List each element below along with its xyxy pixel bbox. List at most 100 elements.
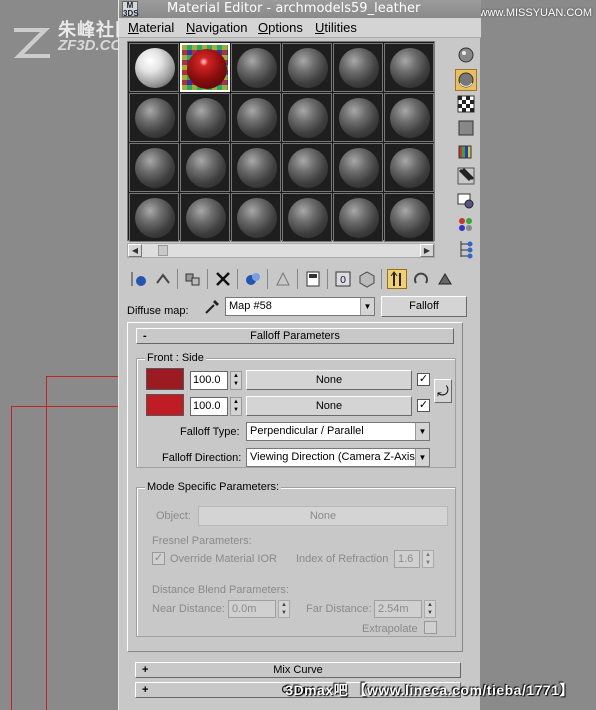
sample-slot[interactable] [384, 43, 434, 92]
material-editor-window: M 3DS Material Editor - archmodels59_lea… [118, 0, 481, 710]
extrapolate-label: Extrapolate [362, 623, 418, 635]
front-map-checkbox[interactable]: ✓ [417, 373, 430, 386]
get-material-icon[interactable] [129, 269, 149, 289]
front-color-swatch[interactable] [146, 368, 184, 390]
spinner-arrows-icon[interactable]: ▲ ▼ [278, 600, 290, 618]
extrapolate-checkbox[interactable] [424, 621, 437, 634]
material-sphere [288, 98, 328, 138]
go-forward-to-sibling-icon[interactable] [411, 269, 431, 289]
side-amount-spinner[interactable]: 100.0 ▲ ▼ [190, 397, 242, 416]
select-by-material-icon[interactable] [455, 214, 477, 236]
side-color-swatch[interactable] [146, 394, 184, 416]
toolbar-separator [297, 269, 298, 289]
scroll-right-arrow-icon[interactable]: ▶ [420, 244, 434, 257]
sample-type-icon[interactable] [455, 44, 477, 66]
sample-slot[interactable] [231, 43, 281, 92]
sample-slot[interactable] [282, 143, 332, 192]
make-preview-icon[interactable] [455, 165, 477, 187]
falloff-direction-value: Viewing Direction (Camera Z-Axis) [250, 451, 419, 463]
sample-slot[interactable] [231, 93, 281, 142]
expand-icon: + [142, 664, 149, 676]
menu-options[interactable]: Options [258, 20, 303, 35]
menu-navigation[interactable]: Navigation [186, 20, 247, 35]
override-ior-checkbox[interactable]: ✓ [152, 552, 165, 565]
sample-slot[interactable] [333, 43, 383, 92]
go-to-parent-icon[interactable] [387, 269, 407, 289]
spinner-arrows-icon[interactable]: ▲ ▼ [230, 371, 242, 390]
material-sphere [237, 198, 277, 238]
video-color-check-icon[interactable] [455, 141, 477, 163]
spinner-arrows-icon[interactable]: ▲ ▼ [424, 600, 436, 618]
sample-slot[interactable] [231, 143, 281, 192]
sample-slot[interactable] [180, 93, 230, 142]
options-icon[interactable] [455, 190, 477, 212]
put-to-library-icon[interactable] [273, 269, 293, 289]
show-end-result-icon[interactable] [357, 269, 377, 289]
make-unique-icon[interactable] [243, 269, 263, 289]
falloff-direction-dropdown[interactable]: Viewing Direction (Camera Z-Axis) ▼ [246, 448, 430, 467]
put-to-scene-icon[interactable] [153, 269, 173, 289]
front-amount-field[interactable]: 100.0 [190, 371, 228, 390]
map-name-dropdown[interactable]: Map #58 ▼ [225, 297, 375, 316]
sample-slot[interactable] [129, 43, 179, 92]
sample-uv-tiling-icon[interactable] [455, 117, 477, 139]
material-sphere [339, 98, 379, 138]
rollout-title: Falloff Parameters [250, 330, 340, 342]
sample-slot[interactable] [282, 193, 332, 242]
eyedropper-icon[interactable] [202, 297, 222, 317]
diffuse-map-label: Diffuse map: [127, 305, 189, 317]
near-distance-field[interactable]: 0.0m [228, 600, 276, 618]
side-amount-field[interactable]: 100.0 [190, 397, 228, 416]
falloff-parameters-panel: - Falloff Parameters Front : Side 100.0 … [127, 322, 463, 652]
sample-slot[interactable] [231, 193, 281, 242]
material-map-navigator-icon[interactable] [455, 238, 477, 260]
menu-utilities[interactable]: Utilities [315, 20, 357, 35]
side-map-button[interactable]: None [246, 396, 412, 416]
scroll-left-arrow-icon[interactable]: ◀ [128, 244, 142, 257]
material-sphere [390, 98, 430, 138]
side-map-checkbox[interactable]: ✓ [417, 399, 430, 412]
spinner-arrows-icon[interactable]: ▲ ▼ [230, 397, 242, 416]
pick-material-icon[interactable] [435, 269, 455, 289]
sample-slot[interactable] [129, 93, 179, 142]
sample-slot[interactable] [282, 43, 332, 92]
far-distance-field[interactable]: 2.54m [374, 600, 422, 618]
swap-colors-icon[interactable]: ⤾ [434, 379, 452, 403]
material-id-channel-icon[interactable] [303, 269, 323, 289]
toolbar-separator [381, 269, 382, 289]
material-sphere [288, 148, 328, 188]
sample-slot[interactable] [129, 143, 179, 192]
material-sphere [390, 48, 430, 88]
material-sphere [390, 198, 430, 238]
sample-slot-active[interactable] [180, 43, 230, 92]
object-pick-button[interactable]: None [198, 506, 448, 526]
slots-horizontal-scrollbar[interactable]: ◀ ▶ [127, 243, 435, 258]
scroll-thumb[interactable] [158, 245, 168, 256]
show-map-icon[interactable]: 0 [333, 269, 353, 289]
sample-slot[interactable] [180, 193, 230, 242]
sample-slot[interactable] [384, 93, 434, 142]
backlight-icon[interactable] [455, 69, 477, 91]
sample-slot[interactable] [333, 143, 383, 192]
falloff-parameters-rollout[interactable]: - Falloff Parameters [136, 328, 454, 344]
front-map-button[interactable]: None [246, 370, 412, 390]
sample-slot[interactable] [333, 93, 383, 142]
sample-slot[interactable] [384, 143, 434, 192]
sample-slot[interactable] [129, 193, 179, 242]
ior-field[interactable]: 1.6 [394, 550, 420, 568]
spinner-arrows-icon[interactable]: ▲ ▼ [422, 550, 434, 568]
sample-slot[interactable] [333, 193, 383, 242]
sample-slot[interactable] [384, 193, 434, 242]
menu-material[interactable]: Material [128, 20, 174, 35]
reset-map-icon[interactable] [213, 269, 233, 289]
material-sphere [237, 48, 277, 88]
sample-slot[interactable] [282, 93, 332, 142]
front-amount-spinner[interactable]: 100.0 ▲ ▼ [190, 371, 242, 390]
background-icon[interactable] [455, 93, 477, 115]
sample-slot[interactable] [180, 143, 230, 192]
map-type-button[interactable]: Falloff [381, 296, 467, 317]
assign-material-icon[interactable] [183, 269, 203, 289]
mix-curve-rollout[interactable]: + Mix Curve [135, 662, 461, 678]
falloff-type-dropdown[interactable]: Perpendicular / Parallel ▼ [246, 422, 430, 441]
falloff-type-value: Perpendicular / Parallel [250, 425, 364, 437]
